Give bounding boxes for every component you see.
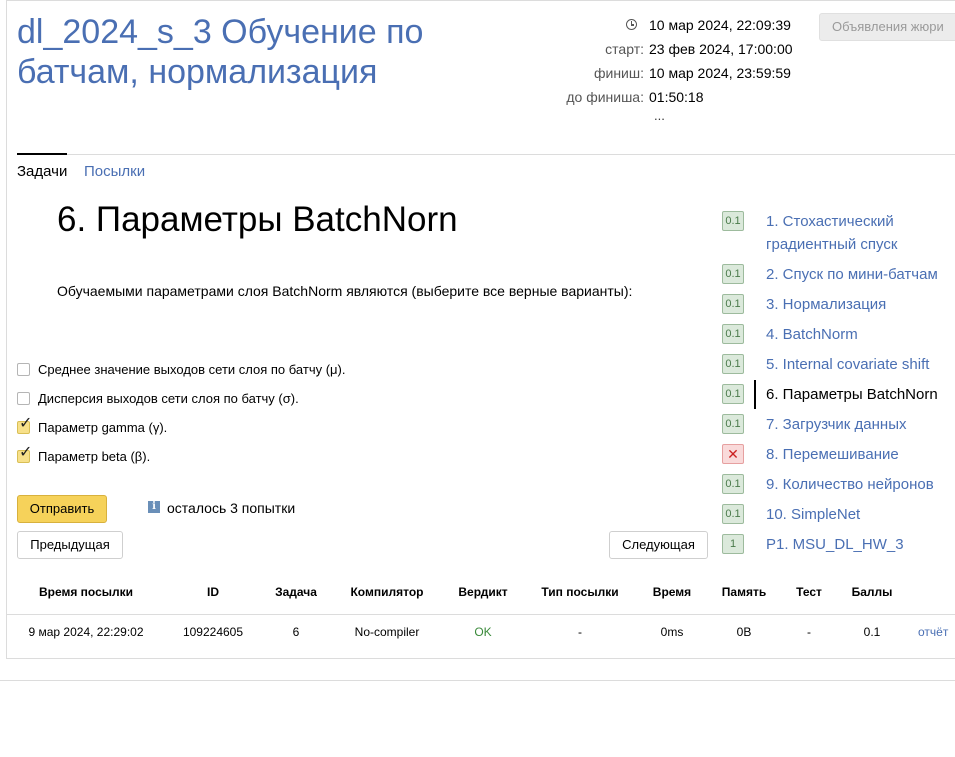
- column-header-id: ID: [207, 585, 219, 599]
- start-label: старт:: [605, 41, 644, 57]
- option-label: Дисперсия выходов сети слоя по батчу (σ)…: [38, 391, 299, 406]
- remaining-label: до финиша:: [566, 89, 644, 105]
- score-badge: 0.1: [722, 264, 744, 284]
- option-checkbox[interactable]: ✓: [17, 445, 32, 463]
- submit-button[interactable]: Отправить: [17, 495, 107, 523]
- jury-announcements-button[interactable]: Объявления жюри: [819, 13, 955, 41]
- tab-problems[interactable]: Задачи: [17, 163, 67, 181]
- column-header-score: Баллы: [851, 585, 893, 599]
- problem-link[interactable]: 10. SimpleNet: [766, 503, 955, 526]
- cell-score: 0.1: [863, 625, 881, 639]
- column-header-runtime: Время: [652, 585, 692, 599]
- attempts-remaining: осталось 3 попытки: [167, 500, 296, 516]
- cell-type: -: [578, 625, 582, 639]
- problem-link[interactable]: 4. BatchNorm: [766, 323, 955, 346]
- score-badge: 0.1: [722, 504, 744, 524]
- previous-problem-button[interactable]: Предыдущая: [17, 531, 123, 559]
- footer-divider: [0, 680, 955, 681]
- cell-submit-time: 9 мар 2024, 22:29:02: [28, 625, 144, 639]
- score-badge: 0.1: [722, 324, 744, 344]
- active-tab-indicator: [17, 153, 67, 155]
- start-row: старт: 23 фев 2024, 17:00:00: [540, 39, 820, 59]
- remaining-value: 01:50:18: [649, 89, 704, 105]
- cell-id[interactable]: 109224605: [178, 624, 248, 640]
- cell-test: -: [807, 625, 811, 639]
- problem-statement: Обучаемыми параметрами слоя BatchNorm яв…: [57, 283, 633, 299]
- more-info-link[interactable]: ...: [654, 108, 665, 123]
- score-badge: 0.1: [722, 211, 744, 231]
- finish-label: финиш:: [593, 65, 644, 81]
- active-problem-indicator: [754, 380, 756, 409]
- problem-title: 6. Параметры BatchNorn: [57, 200, 458, 239]
- score-badge: 0.1: [722, 384, 744, 404]
- problem-link[interactable]: 6. Параметры BatchNorn: [766, 383, 955, 406]
- option-label: Параметр beta (β).: [38, 449, 151, 464]
- score-badge: 0.1: [722, 414, 744, 434]
- report-link[interactable]: отчёт: [918, 624, 955, 640]
- option-label: Параметр gamma (γ).: [38, 420, 168, 435]
- column-header-verdict: Вердикт: [458, 585, 508, 599]
- score-badge: 0.1: [722, 474, 744, 494]
- problem-link[interactable]: 8. Перемешивание: [766, 443, 955, 466]
- option-checkbox[interactable]: [17, 392, 30, 405]
- option-checkbox[interactable]: [17, 363, 30, 376]
- option-checkbox[interactable]: ✓: [17, 416, 32, 434]
- problem-link[interactable]: 2. Спуск по мини-батчам: [766, 263, 955, 286]
- checkmark-icon: ✓: [19, 415, 33, 432]
- problem-link[interactable]: 9. Количество нейронов: [766, 473, 955, 496]
- remaining-row: до финиша: 01:50:18: [540, 87, 820, 107]
- score-badge: 0.1: [722, 354, 744, 374]
- problem-link[interactable]: 7. Загрузчик данных: [766, 413, 955, 436]
- cell-memory: 0B: [736, 625, 752, 639]
- finish-row: финиш: 10 мар 2024, 23:59:59: [540, 63, 820, 83]
- cell-problem: 6: [292, 625, 300, 639]
- problem-link[interactable]: P1. MSU_DL_HW_3: [766, 533, 955, 556]
- score-badge: 1: [722, 534, 744, 554]
- current-time-row: 10 мар 2024, 22:09:39: [540, 15, 820, 35]
- column-header-compiler: Компилятор: [350, 585, 424, 599]
- finish-value: 10 мар 2024, 23:59:59: [649, 65, 791, 81]
- tabs-divider: [17, 154, 955, 155]
- start-value: 23 фев 2024, 17:00:00: [649, 41, 793, 57]
- cell-verdict: OK: [474, 625, 492, 639]
- score-badge: 0.1: [722, 294, 744, 314]
- column-header-memory: Память: [721, 585, 767, 599]
- problem-link[interactable]: 5. Internal covariate shift: [766, 353, 955, 376]
- fail-icon: ✕: [722, 444, 744, 464]
- column-header-time: Время посылки: [38, 585, 134, 599]
- problem-link[interactable]: 1. Стохастический градиентный спуск: [766, 210, 955, 256]
- info-icon: i: [148, 501, 160, 513]
- column-header-type: Тип посылки: [541, 585, 619, 599]
- checkmark-icon: ✓: [19, 444, 33, 461]
- clock-icon: [626, 19, 637, 30]
- cell-runtime: 0ms: [660, 625, 684, 639]
- problem-link[interactable]: 3. Нормализация: [766, 293, 955, 316]
- cell-compiler: No-compiler: [354, 625, 420, 639]
- table-divider: [7, 614, 955, 615]
- contest-title: dl_2024_s_3 Обучение по батчам, нормализ…: [17, 13, 424, 91]
- column-header-problem: Задача: [275, 585, 317, 599]
- tab-submissions[interactable]: Посылки: [84, 163, 145, 181]
- current-time: 10 мар 2024, 22:09:39: [649, 17, 791, 33]
- next-problem-button[interactable]: Следующая: [609, 531, 708, 559]
- column-header-test: Тест: [796, 585, 822, 599]
- option-label: Среднее значение выходов сети слоя по ба…: [38, 362, 346, 377]
